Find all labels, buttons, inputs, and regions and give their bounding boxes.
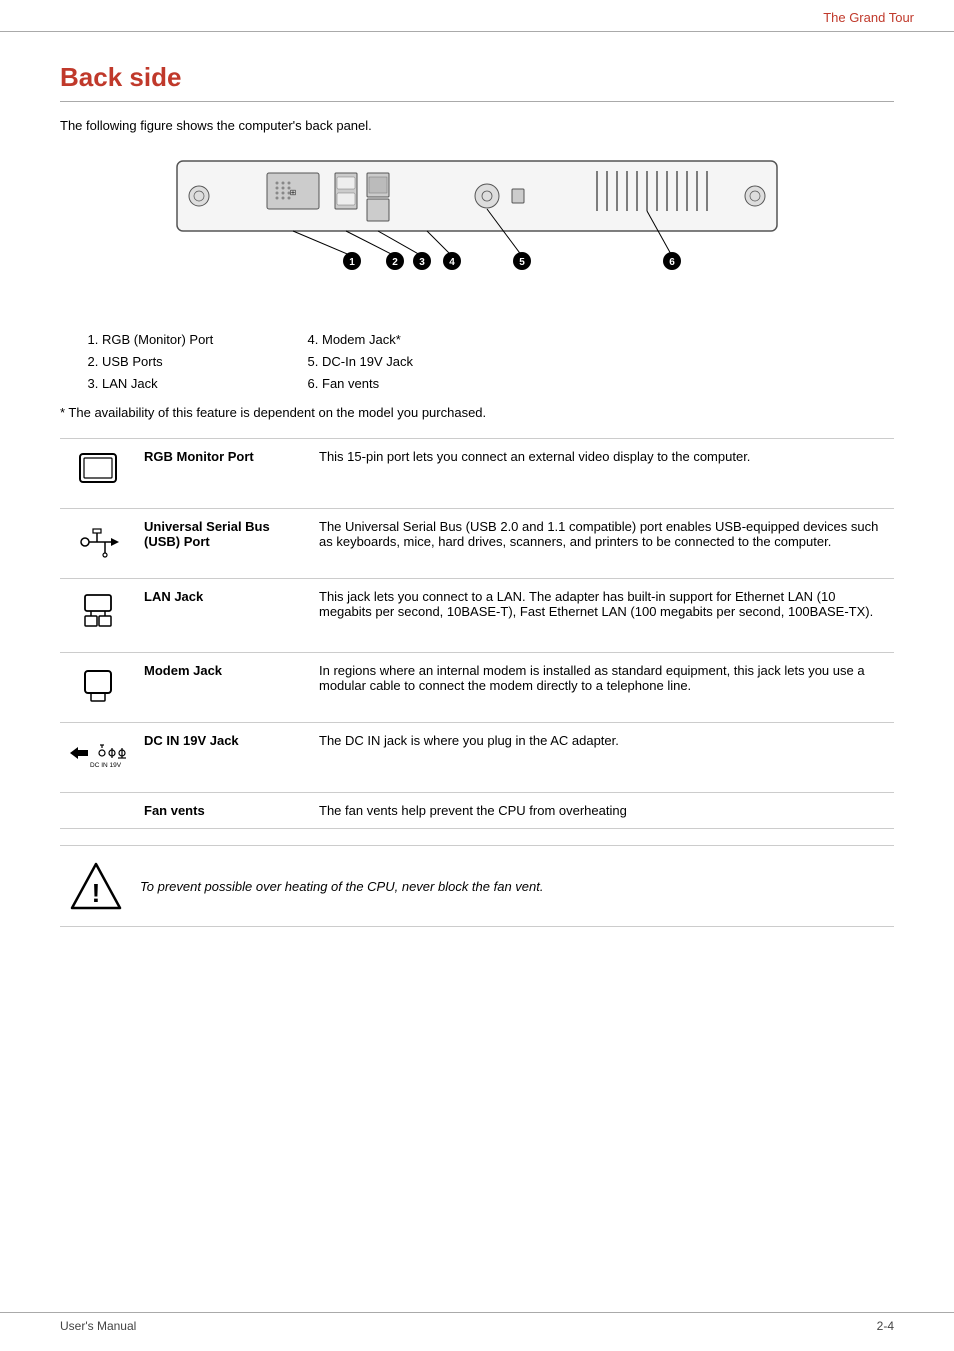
- modem-jack-icon: [75, 663, 121, 709]
- usb-port-icon: [75, 519, 121, 565]
- header-title: The Grand Tour: [823, 10, 914, 25]
- svg-text:5: 5: [519, 257, 525, 268]
- icon-cell: [60, 653, 136, 723]
- feature-desc: In regions where an internal modem is in…: [311, 653, 894, 723]
- table-row: Universal Serial Bus (USB) Port The Univ…: [60, 509, 894, 579]
- svg-text:2: 2: [392, 257, 398, 268]
- feature-name: Universal Serial Bus (USB) Port: [136, 509, 311, 579]
- footer: User's Manual 2-4: [0, 1312, 954, 1333]
- footer-left: User's Manual: [60, 1319, 136, 1333]
- footnote: * The availability of this feature is de…: [60, 405, 894, 420]
- feature-name: LAN Jack: [136, 579, 311, 653]
- list-item: RGB (Monitor) Port: [102, 329, 300, 351]
- footer-right: 2-4: [877, 1319, 894, 1333]
- list-item: DC-In 19V Jack: [322, 351, 520, 373]
- svg-text:⊞: ⊞: [290, 188, 297, 197]
- svg-text:1: 1: [349, 257, 355, 268]
- table-row: DC IN 19V DC IN 19V Jack The DC IN jack …: [60, 723, 894, 793]
- parts-col-2: Modem Jack* DC-In 19V Jack Fan vents: [300, 329, 520, 395]
- header: The Grand Tour: [0, 0, 954, 32]
- table-row: LAN Jack This jack lets you connect to a…: [60, 579, 894, 653]
- feature-desc: This 15-pin port lets you connect an ext…: [311, 439, 894, 509]
- svg-text:DC IN 19V: DC IN 19V: [90, 762, 122, 769]
- icon-cell: [60, 509, 136, 579]
- page: The Grand Tour Back side The following f…: [0, 0, 954, 1351]
- svg-text:!: !: [92, 878, 101, 908]
- feature-name: DC IN 19V Jack: [136, 723, 311, 793]
- svg-text:4: 4: [449, 257, 455, 268]
- feature-table: RGB Monitor Port This 15-pin port lets y…: [60, 438, 894, 829]
- feature-desc: The fan vents help prevent the CPU from …: [311, 793, 894, 829]
- svg-text:3: 3: [419, 257, 425, 268]
- list-item: USB Ports: [102, 351, 300, 373]
- warning-box: ! To prevent possible over heating of th…: [60, 845, 894, 927]
- page-title: Back side: [60, 62, 894, 102]
- svg-text:6: 6: [669, 257, 675, 268]
- lan-jack-icon: [75, 589, 121, 639]
- feature-desc: The DC IN jack is where you plug in the …: [311, 723, 894, 793]
- icon-cell: [60, 579, 136, 653]
- monitor-port-icon: [75, 449, 121, 495]
- feature-name: RGB Monitor Port: [136, 439, 311, 509]
- parts-col-1: RGB (Monitor) Port USB Ports LAN Jack: [80, 329, 300, 395]
- content: Back side The following figure shows the…: [0, 32, 954, 967]
- table-row: Modem Jack In regions where an internal …: [60, 653, 894, 723]
- icon-cell: [60, 793, 136, 829]
- warning-icon: !: [70, 860, 122, 912]
- feature-desc: This jack lets you connect to a LAN. The…: [311, 579, 894, 653]
- feature-desc: The Universal Serial Bus (USB 2.0 and 1.…: [311, 509, 894, 579]
- diagram-container: ⊞: [60, 151, 894, 311]
- table-row: Fan vents The fan vents help prevent the…: [60, 793, 894, 829]
- list-item: LAN Jack: [102, 373, 300, 395]
- warning-text: To prevent possible over heating of the …: [140, 879, 543, 894]
- list-item: Fan vents: [322, 373, 520, 395]
- feature-name: Modem Jack: [136, 653, 311, 723]
- icon-cell: DC IN 19V: [60, 723, 136, 793]
- list-item: Modem Jack*: [322, 329, 520, 351]
- parts-list: RGB (Monitor) Port USB Ports LAN Jack Mo…: [60, 329, 894, 395]
- icon-cell: [60, 439, 136, 509]
- back-panel-diagram: ⊞: [167, 151, 787, 311]
- dc-in-icon: DC IN 19V: [68, 733, 128, 779]
- intro-text: The following figure shows the computer'…: [60, 118, 894, 133]
- feature-name: Fan vents: [136, 793, 311, 829]
- table-row: RGB Monitor Port This 15-pin port lets y…: [60, 439, 894, 509]
